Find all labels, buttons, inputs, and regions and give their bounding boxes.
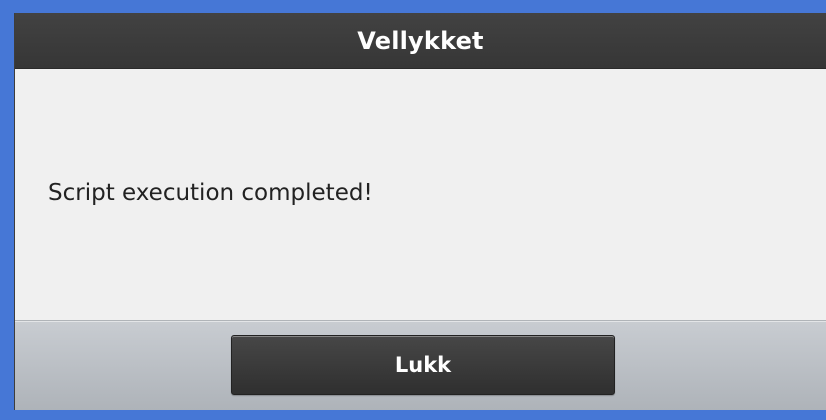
dialog-title-bar: Vellykket <box>15 13 826 69</box>
dialog-message: Script execution completed! <box>48 180 373 206</box>
close-button[interactable]: Lukk <box>231 335 615 395</box>
dialog-footer: Lukk <box>15 321 826 410</box>
dialog-title: Vellykket <box>357 26 484 55</box>
success-dialog: Vellykket Script execution completed! Lu… <box>14 13 826 410</box>
dialog-body: Script execution completed! <box>15 69 826 321</box>
window-frame: Vellykket Script execution completed! Lu… <box>0 0 826 420</box>
